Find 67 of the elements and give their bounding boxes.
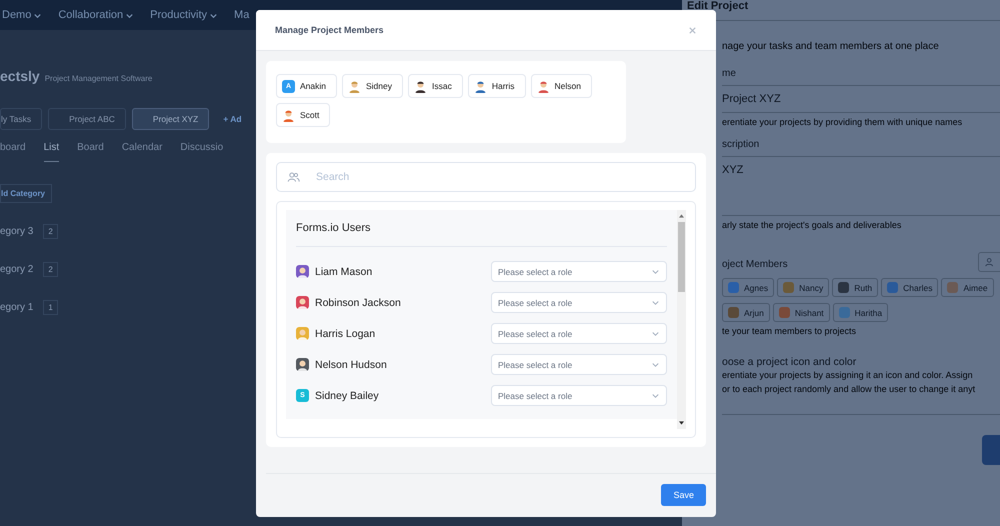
- nav-link[interactable]: Collaboration: [58, 9, 134, 21]
- field-label: scription: [722, 139, 760, 150]
- add-member-button[interactable]: [978, 252, 1000, 272]
- field-label: me: [722, 68, 736, 79]
- field-label: oject Members: [722, 258, 788, 270]
- nav-link[interactable]: Ma: [234, 9, 250, 21]
- field-label: oose a project icon and color: [722, 356, 856, 368]
- member-chip[interactable]: Agnes: [722, 278, 774, 297]
- member-chip[interactable]: Nishant: [772, 303, 830, 322]
- member-chip[interactable]: Harris: [468, 74, 526, 98]
- user-name: Sidney Bailey: [315, 390, 380, 402]
- count-badge: 2: [43, 224, 58, 238]
- close-icon[interactable]: [688, 26, 697, 34]
- view-tab[interactable]: Calendar: [122, 142, 162, 162]
- save-button[interactable]: Save: [661, 484, 706, 506]
- user-icon: [985, 257, 995, 267]
- member-chip[interactable]: Arjun: [722, 303, 770, 322]
- project-tab[interactable]: Project ABC: [48, 108, 126, 130]
- count-badge: 2: [43, 262, 58, 276]
- help-text: arly state the project's goals and deliverables: [722, 220, 902, 230]
- member-chip[interactable]: Sidney: [342, 74, 403, 98]
- users-icon: [287, 170, 300, 184]
- modal-title: Manage Project Members: [275, 25, 384, 35]
- description-field[interactable]: XYZ: [722, 156, 1000, 216]
- count-badge: 1: [43, 300, 58, 314]
- category-name[interactable]: egory 3: [0, 226, 34, 236]
- scroll-down-icon[interactable]: [679, 421, 684, 425]
- view-tab[interactable]: Board: [77, 142, 104, 162]
- member-chip[interactable]: Haritha: [832, 303, 888, 322]
- user-name: Harris Logan: [315, 328, 376, 340]
- member-chip[interactable]: Ruth: [832, 278, 878, 297]
- add-category-button[interactable]: ld Category: [0, 184, 52, 203]
- user-name: Nelson Hudson: [315, 358, 388, 370]
- user-name: Liam Mason: [315, 266, 374, 278]
- project-tab[interactable]: ly Tasks: [0, 108, 42, 130]
- help-text: or to each project randomly and allow the user to change it anyt: [722, 384, 976, 394]
- help-text: te your team members to projects: [722, 326, 856, 336]
- role-dropdown[interactable]: Please select a role: [491, 292, 667, 313]
- member-chip[interactable]: Nancy: [777, 278, 830, 297]
- category-name[interactable]: egory 1: [0, 302, 34, 312]
- group-title: Forms.io Users: [296, 222, 667, 247]
- project-tab[interactable]: Project XYZ: [132, 108, 210, 130]
- nav-link[interactable]: Productivity: [150, 9, 218, 21]
- add-project-link[interactable]: + Ad: [223, 114, 242, 124]
- member-chip[interactable]: Charles: [881, 278, 938, 297]
- category-name[interactable]: egory 2: [0, 264, 34, 274]
- role-dropdown[interactable]: Please select a role: [491, 261, 667, 282]
- scroll-up-icon[interactable]: [679, 214, 684, 218]
- name-field[interactable]: Project XYZ: [722, 85, 1000, 113]
- member-chip[interactable]: Issac: [408, 74, 463, 98]
- role-dropdown[interactable]: Please select a role: [491, 354, 667, 375]
- member-chip[interactable]: Nelson: [530, 74, 592, 98]
- role-dropdown[interactable]: Please select a role: [491, 323, 667, 344]
- view-tab[interactable]: List: [44, 142, 60, 162]
- app-title: ectsly: [0, 68, 40, 84]
- panel-intro: nage your tasks and team members at one place: [722, 41, 939, 52]
- member-chip[interactable]: Aimee: [941, 278, 994, 297]
- view-tab[interactable]: Discussio: [180, 142, 224, 162]
- nav-link[interactable]: Demo: [2, 9, 42, 21]
- user-name: Robinson Jackson: [315, 296, 402, 308]
- member-chip[interactable]: Scott: [276, 103, 330, 127]
- scrollbar[interactable]: [677, 210, 686, 429]
- role-dropdown[interactable]: Please select a role: [491, 385, 667, 406]
- help-text: erentiate your projects by assigning it an icon and color. Assign: [722, 370, 973, 380]
- view-tab[interactable]: board: [0, 142, 26, 162]
- help-text: erentiate your projects by providing them with unique names: [722, 117, 962, 127]
- app-subtitle: Project Management Software: [44, 74, 152, 83]
